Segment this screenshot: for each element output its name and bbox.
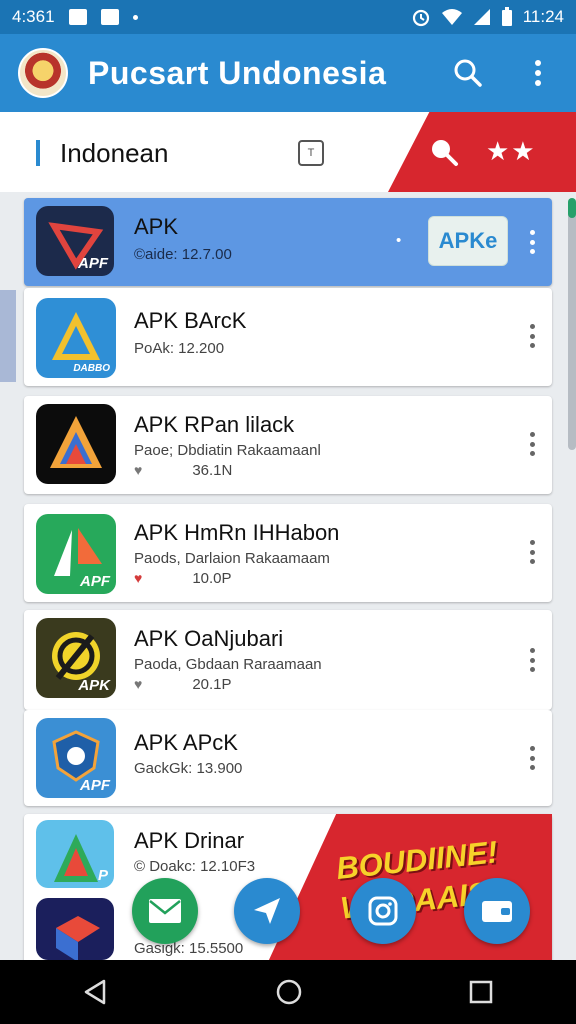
icon-tag: APF	[80, 777, 110, 794]
app-title: Pucsart Undonesia	[88, 54, 387, 91]
signal-icon	[473, 9, 490, 25]
app-icon: APF	[36, 718, 116, 798]
icon-tag: APK	[78, 677, 110, 694]
app-icon: APF	[36, 206, 114, 276]
icon-tag: P	[97, 867, 108, 884]
item-menu-button[interactable]	[524, 228, 540, 256]
item-menu-button[interactable]	[524, 538, 540, 566]
text-toggle-button[interactable]: T	[298, 140, 324, 166]
search-icon	[454, 59, 482, 87]
banner-search-icon[interactable]	[428, 136, 460, 168]
stars-icon: ★★	[486, 136, 537, 166]
wifi-icon	[441, 9, 462, 25]
item-menu-button[interactable]	[524, 744, 540, 772]
notification-icon	[68, 9, 87, 25]
recents-icon[interactable]	[468, 979, 494, 1005]
app-size: 20.1P	[192, 676, 232, 693]
app-name: APK	[134, 214, 179, 239]
apk-download-button[interactable]: APKe	[428, 216, 508, 266]
battery-icon	[501, 7, 512, 26]
app-name: APK RPan lilack	[134, 412, 295, 437]
app-bar: Pucsart Undonesia	[0, 34, 576, 112]
list-item[interactable]: APF APK HmRn IHHabon Paods, Darlaion Rak…	[24, 504, 552, 602]
red-banner: ★★	[388, 112, 576, 192]
app-name: APK HmRn IHHabon	[134, 520, 340, 545]
item-menu-button[interactable]	[524, 646, 540, 674]
alarm-icon	[412, 9, 429, 27]
send-icon	[254, 898, 280, 924]
wallet-button[interactable]	[464, 878, 530, 944]
sub-header: Indonean T ★★	[0, 112, 576, 192]
app-name: APK APcK	[134, 730, 238, 755]
icon-tag: DABBO	[73, 363, 110, 374]
app-detail: GackGk: 13.900	[134, 760, 243, 777]
home-icon[interactable]	[275, 978, 303, 1006]
emblem-logo	[18, 48, 68, 98]
heart-icon: ♥	[134, 676, 143, 692]
instagram-icon	[368, 896, 398, 926]
triangle-logo-icon	[54, 834, 98, 882]
back-icon[interactable]	[82, 978, 110, 1006]
triangle-logo-icon	[50, 416, 102, 468]
icon-tag: APF	[78, 255, 108, 272]
app-detail: Paoda, Gbdaan Raraamaan	[134, 656, 322, 673]
app-detail: Paods, Darlaion Rakaamaam	[134, 550, 330, 567]
slash-circle-icon	[52, 632, 100, 680]
cube-logo-icon	[56, 916, 100, 960]
system-nav-bar	[0, 960, 576, 1024]
mail-icon	[149, 899, 181, 923]
list-item[interactable]: APK RPan lilack Paoe; Dbdiatin Rakaamaan…	[24, 396, 552, 494]
heart-icon: ♥	[134, 462, 143, 478]
dot-icon	[132, 14, 138, 20]
triangle-logo-icon	[52, 312, 100, 360]
send-button[interactable]	[234, 878, 300, 944]
instagram-button[interactable]	[350, 878, 416, 944]
item-menu-button[interactable]	[524, 322, 540, 350]
bullet-icon: •	[396, 232, 402, 249]
list-item[interactable]: APK APK OaNjubari Paoda, Gbdaan Raraamaa…	[24, 610, 552, 710]
app-icon	[36, 404, 116, 484]
wallet-icon	[482, 901, 512, 922]
app-detail: ©aide: 12.7.00	[134, 246, 232, 263]
more-options-button[interactable]	[518, 53, 558, 93]
item-menu-button[interactable]	[524, 430, 540, 458]
shield-icon	[52, 730, 100, 782]
mail-button[interactable]	[132, 878, 198, 944]
app-detail: PoAk: 12.200	[134, 340, 225, 357]
app-icon: DABBO	[36, 298, 116, 378]
icon-tag: APF	[80, 573, 110, 590]
app-icon: APF	[36, 514, 116, 594]
app-detail: Paoe; Dbdiatin Rakaamaanl	[134, 442, 321, 459]
status-time-left: 4:361	[12, 7, 55, 26]
section-title: Indonean	[60, 138, 169, 168]
app-icon	[36, 898, 114, 960]
more-vert-icon	[535, 60, 541, 86]
status-time-right: 11:24	[522, 7, 564, 26]
app-name: APK Drinar	[134, 828, 245, 853]
scrollbar[interactable]	[568, 200, 576, 450]
app-size: 36.1N	[192, 462, 233, 479]
heart-icon: ♥	[134, 570, 143, 586]
app-name: APK BArcK	[134, 308, 247, 333]
edge-tab[interactable]	[0, 290, 16, 382]
list-item[interactable]: APF APK ©aide: 12.7.00 • APKe	[24, 198, 552, 286]
app-icon: APK	[36, 618, 116, 698]
section-indicator	[36, 140, 40, 166]
scrollbar-thumb[interactable]	[568, 198, 576, 218]
app-size: 10.0P	[192, 570, 232, 587]
image-icon	[100, 9, 119, 25]
status-bar: 4:361 11:24	[0, 0, 576, 34]
app-name: APK OaNjubari	[134, 626, 284, 651]
list-item[interactable]: DABBO APK BArcK PoAk: 12.200	[24, 288, 552, 386]
triangle-logo-icon	[54, 528, 102, 576]
app-detail: © Doakc: 12.10F3	[134, 858, 256, 875]
list-item[interactable]: APF APK APcK GackGk: 13.900	[24, 710, 552, 806]
app-icon: P	[36, 820, 114, 888]
app-detail: Gasigk: 15.5500	[134, 940, 244, 957]
search-button[interactable]	[448, 53, 488, 93]
